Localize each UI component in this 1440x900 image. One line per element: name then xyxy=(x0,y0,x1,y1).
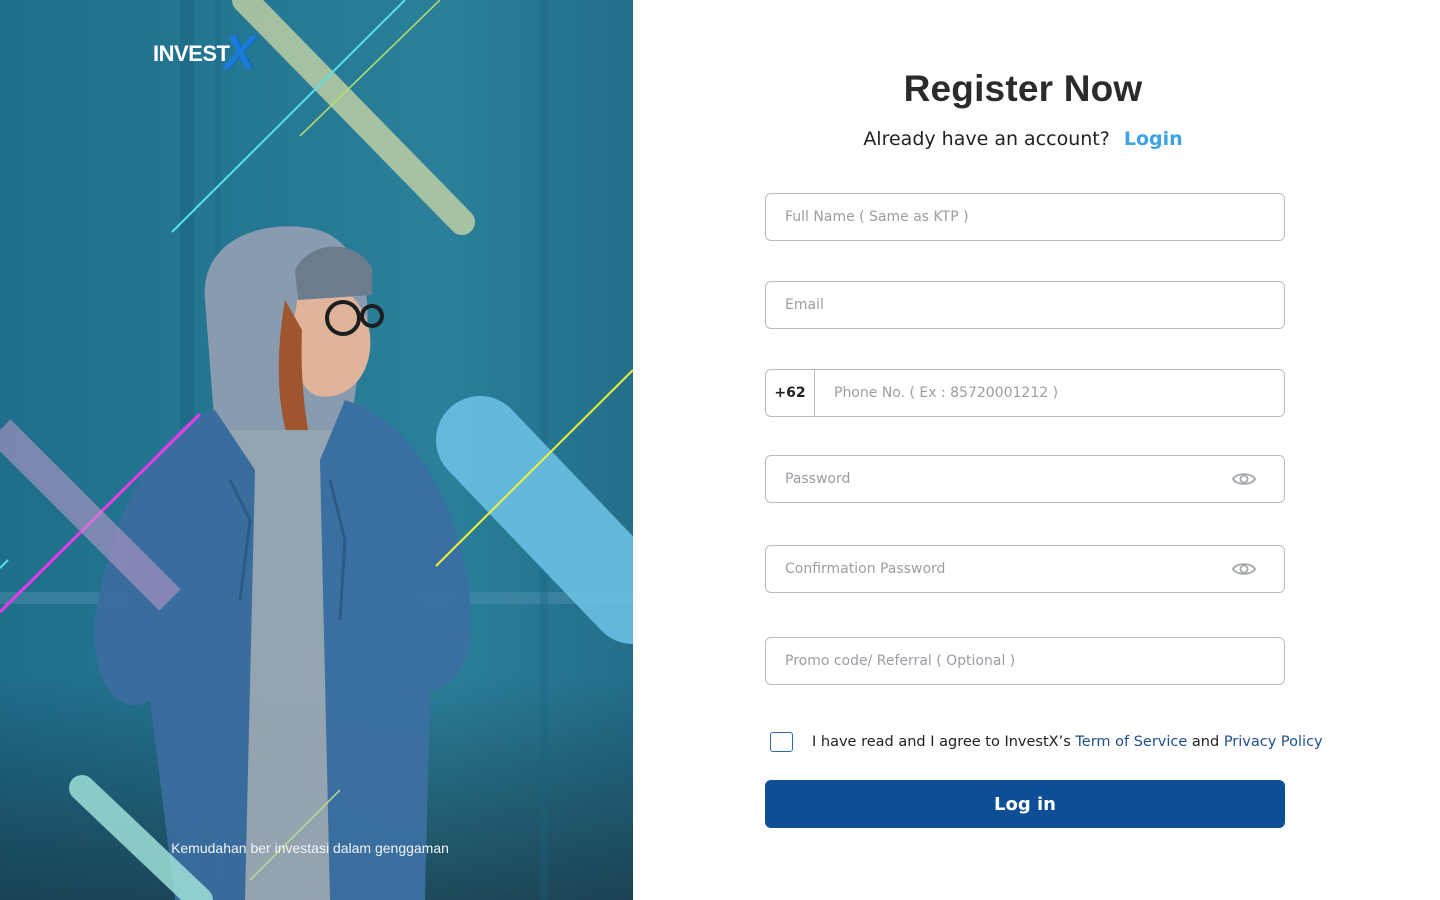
phone-input[interactable] xyxy=(815,370,1284,416)
terms-agreement-row: I have read and I agree to InvestX’s Ter… xyxy=(770,732,1323,752)
logo-mark: X xyxy=(223,27,256,80)
full-name-input[interactable] xyxy=(766,194,1284,240)
login-submit-button[interactable]: Log in xyxy=(765,780,1285,828)
login-prompt: Already have an account? Login xyxy=(633,128,1413,150)
phone-field-wrapper: +62 xyxy=(765,369,1285,417)
promo-code-input[interactable] xyxy=(766,638,1284,684)
password-input[interactable] xyxy=(766,456,1284,502)
terms-of-service-link[interactable]: Term of Service xyxy=(1075,734,1187,750)
confirm-password-input[interactable] xyxy=(766,546,1284,592)
register-form-panel: Register Now Already have an account? Lo… xyxy=(633,0,1440,900)
logo-text: INVEST xyxy=(153,41,230,66)
agree-and: and xyxy=(1191,734,1220,750)
agree-prefix: I have read and I agree to InvestX’s xyxy=(812,734,1071,750)
login-link[interactable]: Login xyxy=(1124,128,1183,150)
password-field-wrapper xyxy=(765,455,1285,503)
confirm-password-field-wrapper xyxy=(765,545,1285,593)
promo-field-wrapper xyxy=(765,637,1285,685)
privacy-policy-link[interactable]: Privacy Policy xyxy=(1224,734,1323,750)
terms-text: I have read and I agree to InvestX’s Ter… xyxy=(812,734,1323,750)
email-field-wrapper xyxy=(765,281,1285,329)
have-account-text: Already have an account? xyxy=(863,128,1110,150)
eye-icon[interactable] xyxy=(1231,471,1257,487)
full-name-field-wrapper xyxy=(765,193,1285,241)
investx-logo: INVEST X xyxy=(153,27,256,80)
eye-icon[interactable] xyxy=(1231,561,1257,577)
page-title: Register Now xyxy=(903,68,1143,109)
tagline: Kemudahan ber investasi dalam genggaman xyxy=(171,840,449,856)
hero-illustration xyxy=(0,0,633,900)
hero-panel: INVEST X Kemudahan ber investasi dalam g… xyxy=(0,0,633,900)
terms-checkbox[interactable] xyxy=(770,732,793,752)
country-code-prefix[interactable]: +62 xyxy=(766,370,815,416)
email-input[interactable] xyxy=(766,282,1284,328)
